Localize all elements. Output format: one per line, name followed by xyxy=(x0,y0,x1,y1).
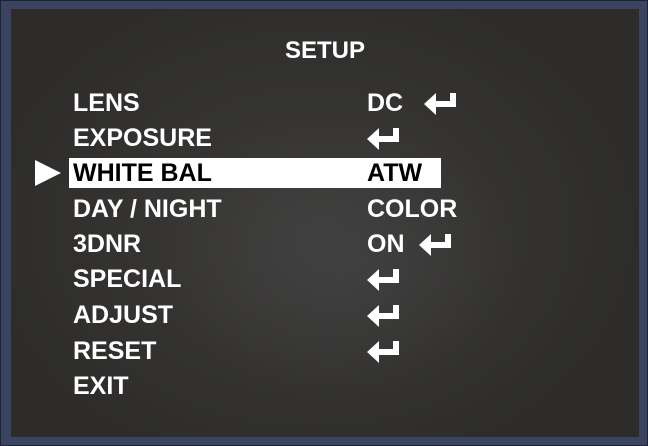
monitor-frame: SETUP LENS DC EXPOSURE WHITE BAL ATW DAY… xyxy=(0,0,648,446)
menu-item-value: DC xyxy=(367,87,458,119)
menu-item-label: 3DNR xyxy=(73,230,142,258)
menu-item-label: EXIT xyxy=(73,372,129,400)
menu-item-value xyxy=(367,299,401,331)
menu-item-label: LENS xyxy=(73,89,140,117)
enter-arrow-icon[interactable] xyxy=(367,269,401,292)
menu-item-exposure[interactable]: EXPOSURE xyxy=(11,122,639,154)
3dnr-value: ON xyxy=(367,230,405,258)
enter-arrow-icon[interactable] xyxy=(367,128,401,151)
enter-arrow-icon[interactable] xyxy=(424,93,458,116)
enter-arrow-icon[interactable] xyxy=(367,341,401,364)
enter-arrow-icon[interactable] xyxy=(367,305,401,328)
menu-item-white-bal[interactable]: WHITE BAL ATW xyxy=(11,157,639,189)
menu-item-value: ATW xyxy=(367,159,423,187)
menu-item-label: DAY / NIGHT xyxy=(73,195,222,223)
menu-item-value xyxy=(367,263,401,295)
menu-item-label: EXPOSURE xyxy=(73,124,212,152)
menu-item-lens[interactable]: LENS DC xyxy=(11,87,639,119)
menu-item-exit[interactable]: EXIT xyxy=(11,370,639,402)
menu-item-value xyxy=(367,122,401,154)
enter-arrow-icon[interactable] xyxy=(419,234,453,257)
menu-item-adjust[interactable]: ADJUST xyxy=(11,299,639,331)
lens-value: DC xyxy=(367,89,404,117)
menu-item-value: COLOR xyxy=(367,195,458,223)
menu-item-special[interactable]: SPECIAL xyxy=(11,263,639,295)
menu-item-value xyxy=(367,335,401,367)
menu-item-reset[interactable]: RESET xyxy=(11,335,639,367)
osd-screen: SETUP LENS DC EXPOSURE WHITE BAL ATW DAY… xyxy=(11,9,639,437)
menu-item-label: RESET xyxy=(73,337,157,365)
menu-item-day-night[interactable]: DAY / NIGHT COLOR xyxy=(11,193,639,225)
menu-item-label: WHITE BAL xyxy=(73,159,212,187)
menu-item-label: SPECIAL xyxy=(73,265,182,293)
menu-item-3dnr[interactable]: 3DNR ON xyxy=(11,228,639,260)
menu-item-label: ADJUST xyxy=(73,301,174,329)
menu-title: SETUP xyxy=(284,37,365,64)
menu-item-value: ON xyxy=(367,228,453,260)
pointer-triangle-icon xyxy=(35,160,61,186)
